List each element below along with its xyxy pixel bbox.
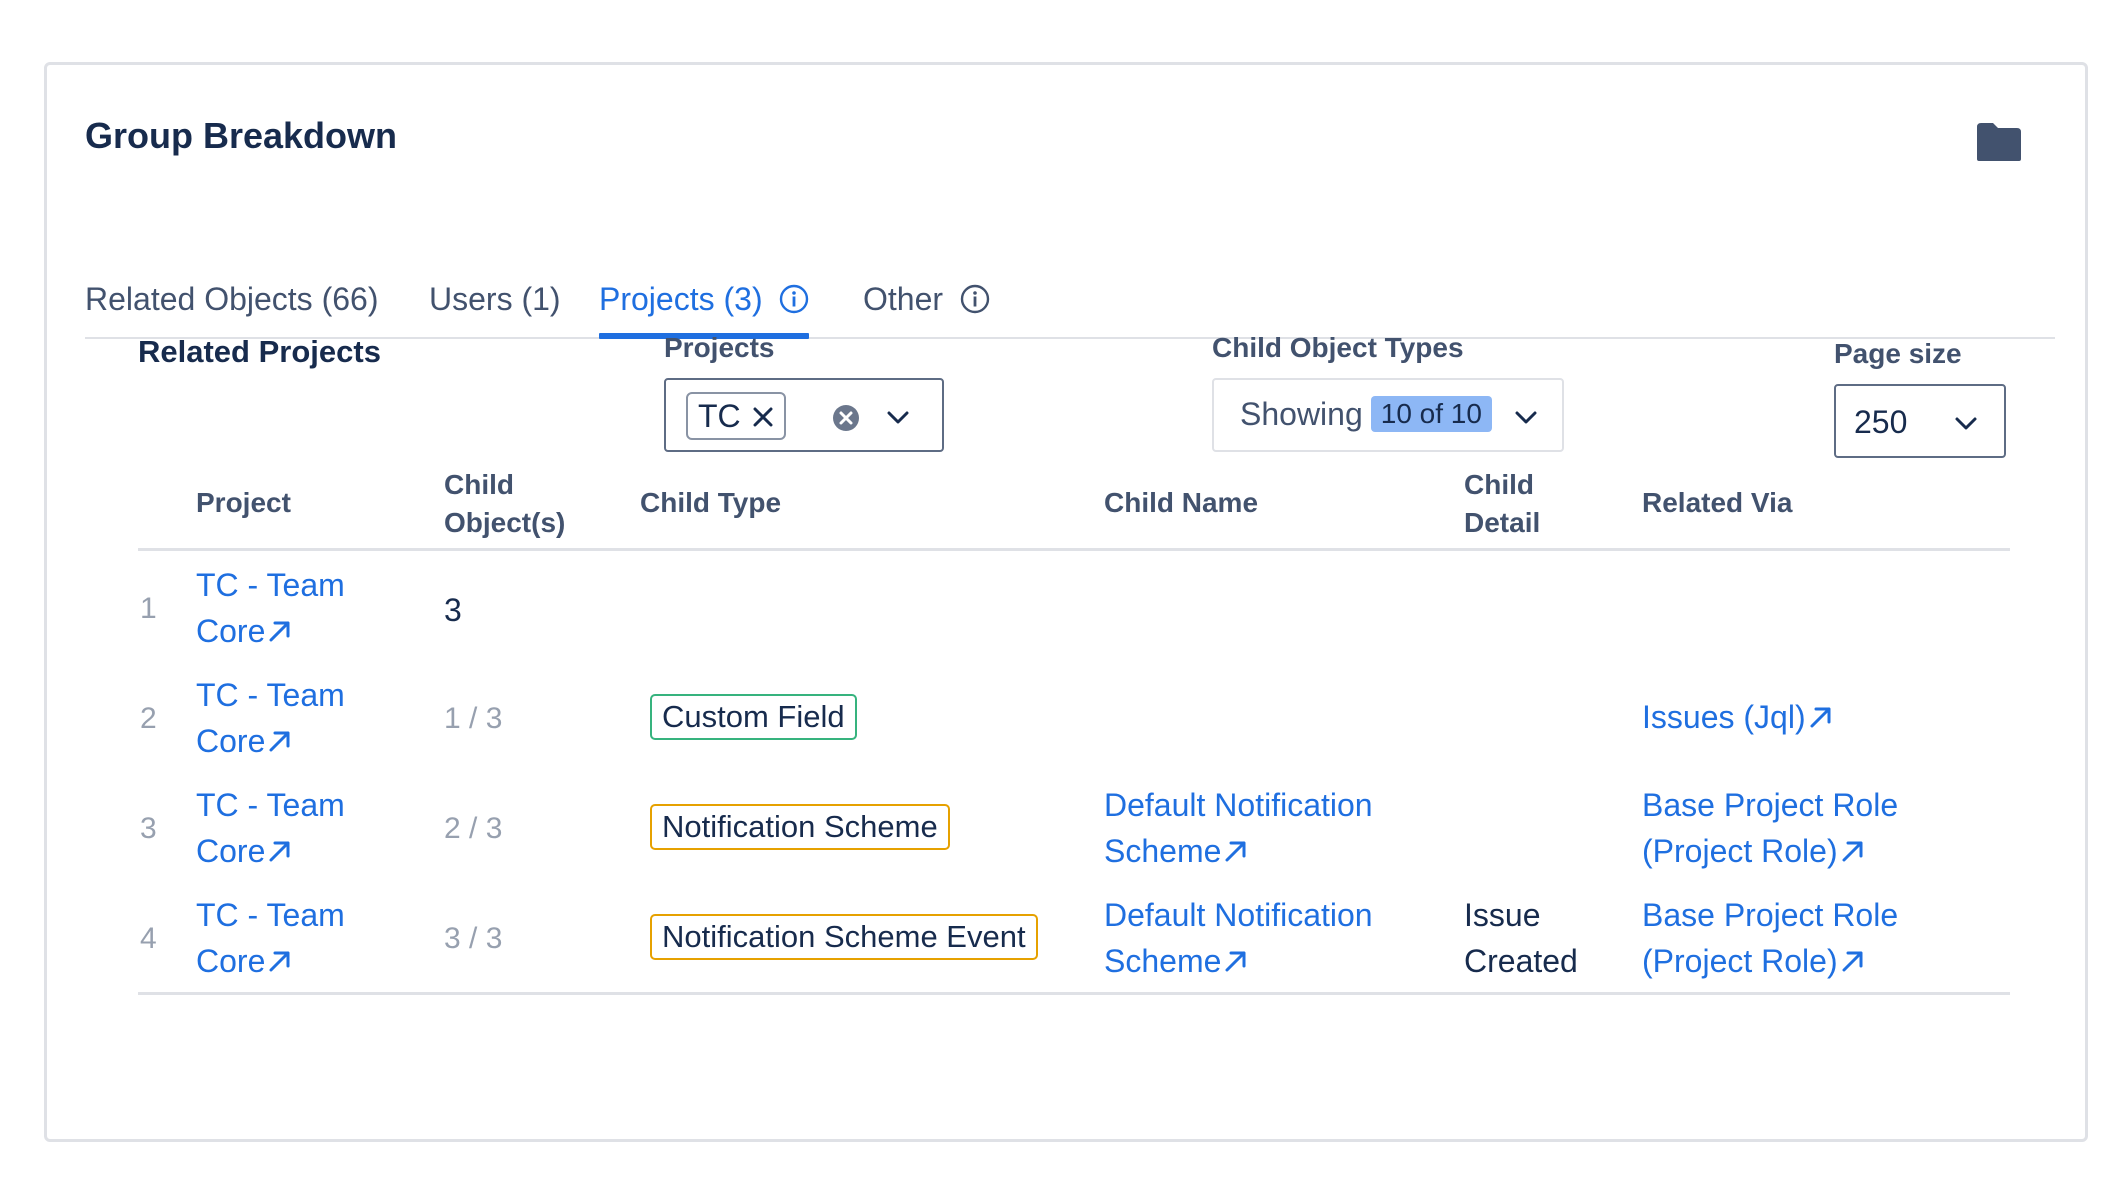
chevron-down-icon[interactable]	[1954, 416, 1978, 432]
child-types-filter-label: Child Object Types	[1212, 332, 1464, 363]
header-child-detail[interactable]: Child Detail	[1464, 466, 1540, 542]
link-line: Core	[196, 723, 266, 759]
external-link-icon	[269, 951, 290, 972]
header-child-type[interactable]: Child Type	[640, 484, 781, 522]
detail-line: Issue	[1464, 897, 1541, 933]
child-types-select[interactable]: Showing 10 of 10	[1212, 378, 1564, 452]
row-number: 4	[140, 922, 157, 955]
header-line: Child	[1464, 469, 1534, 500]
tab-other[interactable]: Other	[863, 281, 990, 318]
related-projects-table: Project Child Object(s) Child Type Child…	[138, 462, 2010, 551]
link-line: Base Project Role	[1642, 897, 1899, 933]
info-icon[interactable]	[960, 284, 990, 314]
row-number: 1	[140, 592, 157, 625]
header-line: Child	[444, 469, 514, 500]
tab-bar: Related Objects (66) Users (1) Projects …	[85, 215, 2055, 339]
page-size-select[interactable]: 250	[1834, 384, 2006, 458]
link-line: Scheme	[1104, 943, 1222, 979]
header-related-via[interactable]: Related Via	[1642, 484, 1792, 522]
header-child-name[interactable]: Child Name	[1104, 484, 1258, 522]
row-number: 2	[140, 702, 157, 735]
external-link-icon	[269, 731, 290, 752]
row-number: 3	[140, 812, 157, 845]
child-object-count: 1 / 3	[444, 702, 503, 735]
tab-label: Related Objects (66)	[85, 281, 379, 317]
header-line: Object(s)	[444, 507, 566, 538]
child-type-tag: Notification Scheme Event	[650, 914, 1038, 960]
projects-filter-label: Projects	[664, 332, 775, 363]
project-link[interactable]: TC - Team Core	[196, 892, 345, 984]
child-object-count: 2 / 3	[444, 812, 503, 845]
child-type-tag: Custom Field	[650, 694, 857, 740]
child-object-count: 3	[444, 592, 462, 628]
tab-label: Users (1)	[429, 281, 561, 317]
link-line: Core	[196, 833, 266, 869]
remove-chip-icon[interactable]	[752, 406, 774, 428]
external-link-icon	[1810, 707, 1831, 728]
page-size-value: 250	[1854, 404, 1908, 440]
detail-line: Created	[1464, 943, 1578, 979]
card-title: Group Breakdown	[85, 115, 398, 156]
external-link-icon	[1225, 841, 1246, 862]
child-object-count: 3 / 3	[444, 922, 503, 955]
child-type-tag: Notification Scheme	[650, 804, 950, 850]
external-link-icon	[1842, 841, 1863, 862]
link-line: TC - Team	[196, 677, 345, 713]
table-header: Project Child Object(s) Child Type Child…	[138, 462, 2010, 551]
child-detail: Issue Created	[1464, 892, 1578, 984]
chip-label: TC	[698, 398, 741, 434]
link-line: Core	[196, 943, 266, 979]
project-link[interactable]: TC - Team Core	[196, 782, 345, 874]
chevron-down-icon[interactable]	[1514, 410, 1538, 426]
header-project[interactable]: Project	[196, 484, 291, 522]
tab-related-objects[interactable]: Related Objects (66)	[85, 281, 378, 318]
child-types-value: Showing 10 of 10	[1240, 396, 1492, 433]
child-name-link[interactable]: Default Notification Scheme	[1104, 892, 1373, 984]
info-icon[interactable]	[779, 284, 809, 314]
related-via-link[interactable]: Issues (Jql)	[1642, 694, 1834, 740]
link-line: Core	[196, 613, 266, 649]
link-line: (Project Role)	[1642, 833, 1838, 869]
link-line: Default Notification	[1104, 787, 1373, 823]
clear-selection-icon[interactable]	[832, 404, 860, 432]
count-badge: 10 of 10	[1370, 396, 1492, 432]
header-child-objects[interactable]: Child Object(s)	[444, 466, 565, 542]
tab-projects[interactable]: Projects (3)	[599, 281, 810, 339]
related-via-link[interactable]: Base Project Role (Project Role)	[1642, 782, 1898, 874]
child-name-link[interactable]: Default Notification Scheme	[1104, 782, 1373, 874]
link-line: Base Project Role	[1642, 787, 1899, 823]
tab-label: Other	[863, 281, 944, 317]
project-chip: TC	[686, 392, 786, 440]
link-line: Issues (Jql)	[1642, 699, 1806, 735]
section-title: Related Projects	[138, 334, 381, 369]
header-line: Detail	[1464, 507, 1541, 538]
external-link-icon	[1842, 951, 1863, 972]
tab-label: Projects (3)	[599, 281, 763, 317]
link-line: Scheme	[1104, 833, 1222, 869]
chevron-down-icon[interactable]	[886, 410, 910, 426]
table-bottom-border	[138, 992, 2010, 995]
link-line: (Project Role)	[1642, 943, 1838, 979]
external-link-icon	[269, 841, 290, 862]
projects-select[interactable]: TC	[664, 378, 944, 452]
showing-text: Showing	[1240, 396, 1363, 432]
external-link-icon	[269, 621, 290, 642]
link-line: TC - Team	[196, 567, 345, 603]
page-size-label: Page size	[1834, 338, 1962, 369]
related-via-link[interactable]: Base Project Role (Project Role)	[1642, 892, 1898, 984]
project-link[interactable]: TC - Team Core	[196, 562, 345, 654]
link-line: TC - Team	[196, 897, 345, 933]
project-link[interactable]: TC - Team Core	[196, 672, 345, 764]
folder-icon[interactable]	[1975, 121, 2023, 163]
link-line: TC - Team	[196, 787, 345, 823]
external-link-icon	[1225, 951, 1246, 972]
link-line: Default Notification	[1104, 897, 1373, 933]
tab-users[interactable]: Users (1)	[429, 281, 561, 318]
